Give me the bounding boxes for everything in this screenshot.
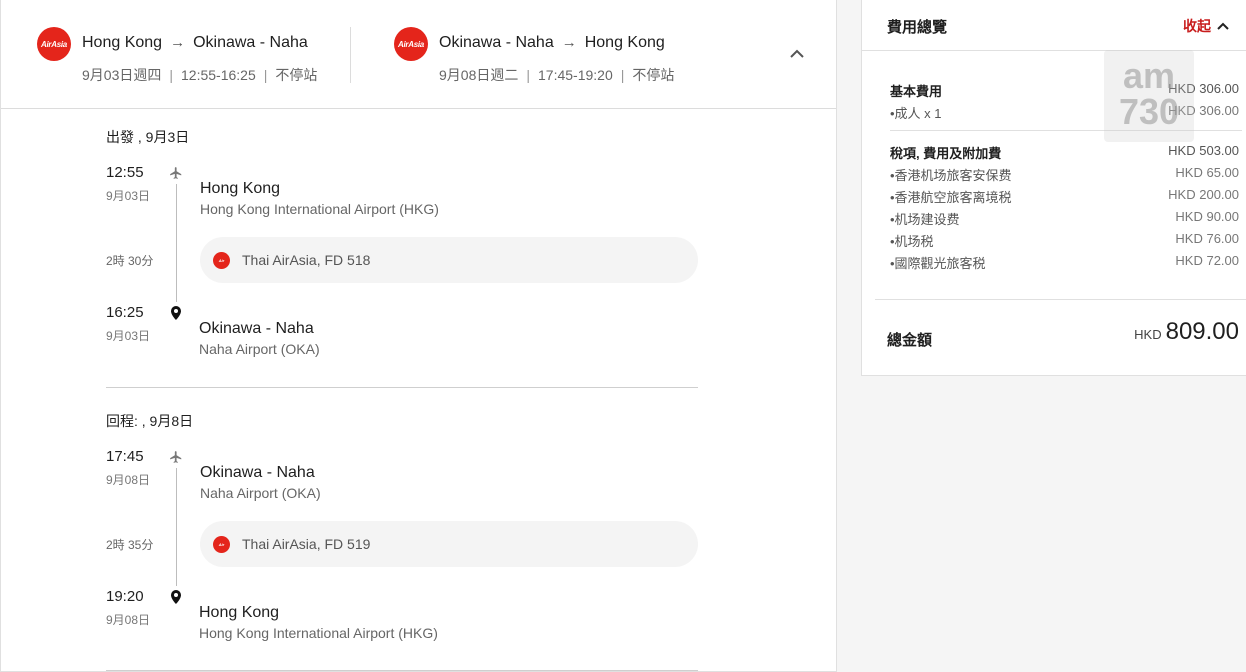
tax-item-label: •香港机场旅客安保费 <box>890 168 1012 183</box>
fare-item-label: •成人 x 1 <box>890 106 942 121</box>
segment-divider <box>106 387 698 388</box>
taxes-amount: HKD 503.00 <box>1168 143 1239 158</box>
price-summary-title: 費用總覽 <box>887 19 948 36</box>
outbound-stops: 不停站 <box>275 67 318 83</box>
return-stops: 不停站 <box>632 67 675 83</box>
taxes-label: 稅項, 費用及附加費 <box>890 146 1002 161</box>
tax-item-amount: HKD 90.00 <box>1175 209 1239 224</box>
airasia-logo: AirAsia <box>37 27 71 61</box>
total-label: 總金額 <box>887 332 933 349</box>
outbound-date: 9月03日週四 <box>82 67 162 83</box>
tax-item-label: •香港航空旅客离境税 <box>890 190 1012 205</box>
total-currency: HKD <box>1134 327 1162 342</box>
tax-item-amount: HKD 65.00 <box>1175 165 1239 180</box>
outbound-depart-place: Hong Kong <box>200 180 281 197</box>
arrow-right-icon: → <box>170 34 186 51</box>
return-depart-date: 9月08日 <box>106 473 151 487</box>
location-pin-icon <box>170 306 184 320</box>
return-arrive-time: 19:20 <box>106 588 144 605</box>
airasia-logo: Air <box>213 536 230 553</box>
return-arrive-place: Hong Kong <box>199 604 280 621</box>
return-from: Okinawa - Naha <box>439 34 554 51</box>
outbound-from: Hong Kong <box>82 34 163 51</box>
outbound-arrive-airport: Naha Airport (OKA) <box>199 341 320 357</box>
return-date: 9月08日週二 <box>439 67 519 83</box>
collapse-label: 收起 <box>1183 18 1211 34</box>
outbound-route: Hong Kong → Okinawa - Naha <box>82 34 308 52</box>
taxes-row: 稅項, 費用及附加費 HKD 503.00 <box>890 143 1239 161</box>
outbound-arrive-time: 16:25 <box>106 304 144 321</box>
tax-item-amount: HKD 76.00 <box>1175 231 1239 246</box>
total-value: 809.00 <box>1165 318 1239 345</box>
outbound-depart-time: 12:55 <box>106 164 144 181</box>
tax-item-row: •香港机场旅客安保费 HKD 65.00 <box>890 165 1239 183</box>
outbound-duration: 2時 30分 <box>106 254 154 268</box>
plane-icon <box>169 450 183 464</box>
chevron-up-icon <box>1217 22 1229 30</box>
itinerary-panel: AirAsia Hong Kong → Okinawa - Naha 9月03日週四… <box>0 0 837 672</box>
return-depart-place: Okinawa - Naha <box>200 464 315 481</box>
airasia-logo: AirAsia <box>394 27 428 61</box>
outbound-depart-date: 9月03日 <box>106 189 151 203</box>
return-arrive-airport: Hong Kong International Airport (HKG) <box>199 625 438 641</box>
return-arrive-date: 9月08日 <box>106 613 151 627</box>
tax-item-row: •香港航空旅客离境税 HKD 200.00 <box>890 187 1239 205</box>
tax-item-amount: HKD 200.00 <box>1168 187 1239 202</box>
return-depart-time: 17:45 <box>106 448 144 465</box>
return-to: Hong Kong <box>584 34 665 51</box>
base-fare-label: 基本費用 <box>890 84 943 99</box>
tax-item-row: •机场建设费 HKD 90.00 <box>890 209 1239 227</box>
return-route: Okinawa - Naha → Hong Kong <box>439 34 665 52</box>
tax-item-row: •机场税 HKD 76.00 <box>890 231 1239 249</box>
outbound-day-title: 出發 , 9月3日 <box>106 129 190 145</box>
flight-summary-header[interactable]: AirAsia Hong Kong → Okinawa - Naha 9月03日週四… <box>1 0 836 109</box>
watermark-logo: am 730 <box>1104 50 1194 142</box>
outbound-timeline <box>176 184 177 302</box>
price-summary-header: 費用總覽 收起 <box>862 0 1246 51</box>
total-amount: HKD 809.00 <box>1134 318 1239 346</box>
outbound-carrier: Air Thai AirAsia, FD 518 <box>200 237 698 283</box>
outbound-arrive-date: 9月03日 <box>106 329 151 343</box>
outbound-details: 9月03日週四 | 12:55-16:25 | 不停站 <box>82 67 318 83</box>
outbound-arrive-place: Okinawa - Naha <box>199 320 314 337</box>
segment-divider <box>106 670 698 671</box>
plane-icon <box>169 166 183 180</box>
return-carrier: Air Thai AirAsia, FD 519 <box>200 521 698 567</box>
price-divider <box>875 299 1246 300</box>
return-details: 9月08日週二 | 17:45-19:20 | 不停站 <box>439 67 675 83</box>
return-duration: 2時 35分 <box>106 538 154 552</box>
return-depart-airport: Naha Airport (OKA) <box>200 485 321 501</box>
tax-item-amount: HKD 72.00 <box>1175 253 1239 268</box>
return-time: 17:45-19:20 <box>538 67 613 83</box>
outbound-to: Okinawa - Naha <box>193 34 308 51</box>
tax-item-row: •國際觀光旅客税 HKD 72.00 <box>890 253 1239 271</box>
return-timeline <box>176 468 177 586</box>
outbound-carrier-name: Thai AirAsia, FD 518 <box>242 252 371 268</box>
return-day-title: 回程: , 9月8日 <box>106 413 194 429</box>
collapse-button[interactable]: 收起 <box>1183 16 1229 36</box>
tax-item-label: •國際觀光旅客税 <box>890 256 986 271</box>
header-divider <box>350 27 351 83</box>
tax-item-label: •机场税 <box>890 234 934 249</box>
airasia-logo: Air <box>213 252 230 269</box>
return-carrier-name: Thai AirAsia, FD 519 <box>242 536 371 552</box>
arrow-right-icon: → <box>561 34 577 51</box>
tax-item-label: •机场建设费 <box>890 212 960 227</box>
location-pin-icon <box>170 590 184 604</box>
outbound-time: 12:55-16:25 <box>181 67 256 83</box>
outbound-depart-airport: Hong Kong International Airport (HKG) <box>200 201 439 217</box>
chevron-up-icon[interactable] <box>787 43 807 63</box>
